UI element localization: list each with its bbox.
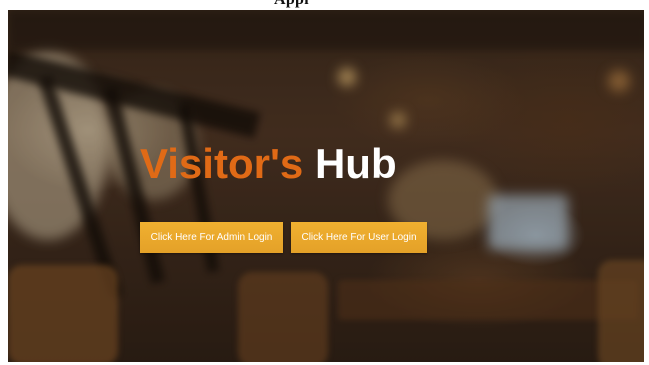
admin-login-button[interactable]: Click Here For Admin Login <box>140 222 283 253</box>
user-login-button[interactable]: Click Here For User Login <box>291 222 427 253</box>
top-caption-text: Appl <box>274 0 309 9</box>
top-caption: Appl <box>0 0 649 10</box>
site-title-visitors: Visitor's <box>140 140 304 187</box>
site-title-hub: Hub <box>314 140 397 187</box>
site-title: Visitor's Hub <box>140 140 397 188</box>
hero-background: Visitor's Hub Click Here For Admin Login… <box>8 10 644 362</box>
